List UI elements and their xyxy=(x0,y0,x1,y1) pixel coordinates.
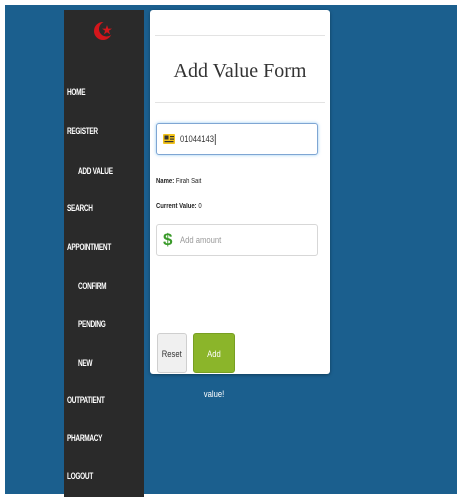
amount-placeholder: Add amount xyxy=(180,235,222,245)
crescent-star-logo xyxy=(64,10,144,52)
current-value: 0 xyxy=(198,203,202,210)
nav-add-value[interactable]: ADD VALUE xyxy=(78,156,136,186)
name-label: Name: xyxy=(156,178,175,185)
nav-appointment[interactable]: APPOINTMENT xyxy=(67,232,125,262)
title-divider xyxy=(155,102,325,103)
reset-button[interactable]: Reset xyxy=(157,333,187,373)
current-value-row: Current Value: 0 xyxy=(156,203,202,210)
reset-button-label: Reset xyxy=(161,349,182,359)
sidebar: HOME REGISTER ADD VALUE SEARCH APPOINTME… xyxy=(64,10,144,497)
nav-search[interactable]: SEARCH xyxy=(67,193,125,223)
nav-outpatient[interactable]: OUTPATIENT xyxy=(67,385,125,415)
top-divider xyxy=(155,35,325,36)
id-card-icon xyxy=(163,134,175,144)
patient-id-value: 01044143 xyxy=(180,134,215,144)
name-value: Firah Sait xyxy=(175,178,202,185)
patient-name-row: Name: Firah Sait xyxy=(156,178,201,185)
nav-new[interactable]: NEW xyxy=(78,348,136,378)
add-value-button-label: Add value! xyxy=(203,349,225,399)
add-value-form-card: Add Value Form 01044143 Name: Firah Sait… xyxy=(150,10,330,399)
amount-input[interactable]: $ Add amount xyxy=(156,224,318,256)
nav-home[interactable]: HOME xyxy=(67,77,125,107)
nav-pharmacy[interactable]: PHARMACY xyxy=(67,423,125,453)
current-value-label: Current Value: xyxy=(156,203,197,210)
nav-pending[interactable]: PENDING xyxy=(78,309,136,339)
nav-register[interactable]: REGISTER xyxy=(67,116,125,146)
patient-id-input[interactable]: 01044143 xyxy=(156,123,318,155)
nav-confirm[interactable]: CONFIRM xyxy=(78,271,136,301)
text-cursor xyxy=(214,134,216,146)
add-value-button[interactable]: Add value! xyxy=(193,333,235,399)
dollar-icon: $ xyxy=(163,230,173,249)
crescent-star-icon xyxy=(94,21,114,40)
form-title: Add Value Form xyxy=(173,60,307,82)
nav-logout[interactable]: LOGOUT xyxy=(67,461,125,491)
